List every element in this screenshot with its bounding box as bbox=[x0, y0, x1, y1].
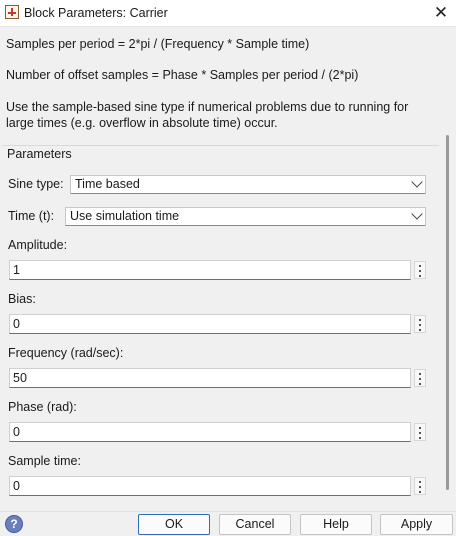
phase-field[interactable]: 0 bbox=[9, 422, 411, 442]
chevron-down-icon bbox=[411, 176, 423, 188]
more-options-icon[interactable] bbox=[414, 261, 426, 279]
time-value: Use simulation time bbox=[70, 209, 180, 223]
description-line: Use the sample-based sine type if numeri… bbox=[6, 100, 409, 114]
ok-button[interactable]: OK bbox=[138, 514, 210, 535]
block-description: Samples per period = 2*pi / (Frequency *… bbox=[0, 27, 456, 139]
time-label: Time (t): bbox=[8, 209, 55, 223]
bias-field[interactable]: 0 bbox=[9, 314, 411, 334]
sine-type-value: Time based bbox=[75, 177, 140, 191]
bias-label: Bias: bbox=[8, 292, 36, 306]
close-button[interactable]: ✕ bbox=[426, 0, 456, 26]
time-dropdown[interactable]: Use simulation time bbox=[65, 207, 426, 226]
description-line: large times (e.g. overflow in absolute t… bbox=[6, 116, 278, 130]
description-line: Samples per period = 2*pi / (Frequency *… bbox=[6, 37, 310, 51]
amplitude-label: Amplitude: bbox=[8, 238, 68, 252]
frequency-label: Frequency (rad/sec): bbox=[8, 346, 124, 360]
frequency-field[interactable]: 50 bbox=[9, 368, 411, 388]
sample-time-field[interactable]: 0 bbox=[9, 476, 411, 496]
apply-button[interactable]: Apply bbox=[380, 514, 453, 535]
chevron-down-icon bbox=[411, 208, 423, 220]
vertical-scrollbar[interactable] bbox=[446, 135, 450, 495]
footer-divider bbox=[0, 511, 456, 512]
simulink-block-icon bbox=[5, 5, 19, 19]
help-button[interactable]: Help bbox=[300, 514, 372, 535]
more-options-icon[interactable] bbox=[414, 423, 426, 441]
amplitude-field[interactable]: 1 bbox=[9, 260, 411, 280]
phase-label: Phase (rad): bbox=[8, 400, 77, 414]
cancel-button[interactable]: Cancel bbox=[219, 514, 291, 535]
parameters-section-label: Parameters bbox=[7, 147, 76, 161]
title-bar: Block Parameters: Carrier ✕ bbox=[0, 0, 456, 27]
sample-time-label: Sample time: bbox=[8, 454, 81, 468]
help-icon[interactable]: ? bbox=[5, 515, 23, 533]
sine-type-label: Sine type: bbox=[8, 177, 64, 191]
more-options-icon[interactable] bbox=[414, 477, 426, 495]
sine-type-dropdown[interactable]: Time based bbox=[70, 175, 426, 194]
scrollbar-thumb[interactable] bbox=[446, 135, 449, 490]
more-options-icon[interactable] bbox=[414, 315, 426, 333]
window-title: Block Parameters: Carrier bbox=[24, 6, 168, 20]
more-options-icon[interactable] bbox=[414, 369, 426, 387]
description-line: Number of offset samples = Phase * Sampl… bbox=[6, 68, 359, 82]
